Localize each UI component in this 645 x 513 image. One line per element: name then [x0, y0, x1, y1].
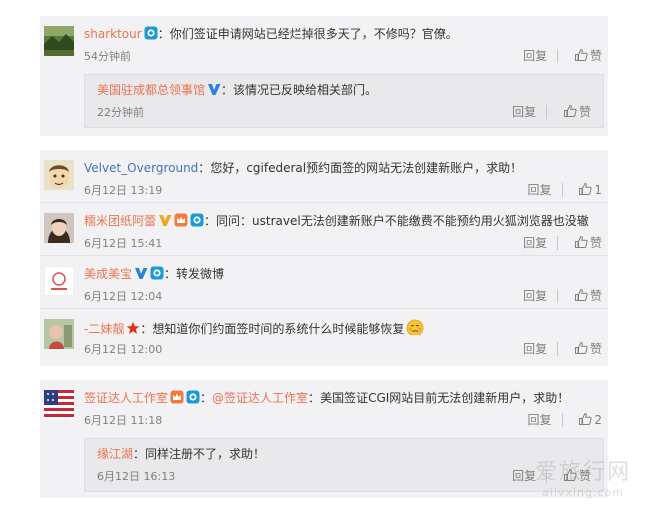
comment-item: Velvet_Overground：您好，cgifederal预约面签的网站无法…: [40, 150, 608, 203]
comment-text: 转发微博: [176, 267, 225, 281]
reply-button[interactable]: 回复: [527, 183, 563, 197]
watermark-title: 爱旅行网: [534, 460, 631, 485]
comment-username[interactable]: -二妹靓: [84, 322, 124, 335]
separator: ：: [164, 267, 177, 281]
comment-time: 6月12日 12:04: [84, 290, 163, 303]
separator: ：: [204, 214, 217, 228]
member-eye-icon[interactable]: [144, 26, 158, 40]
like-button[interactable]: 赞: [590, 236, 602, 250]
comment-time: 54分钟前: [84, 50, 131, 63]
verified-v-icon: [207, 82, 221, 96]
reply-box: 美国驻成都总领事馆 ：该情况已反映给相关部门。 22分钟前 回复 赞: [84, 74, 604, 128]
reply-text: 该情况已反映给相关部门。: [233, 83, 378, 97]
member-eye-icon[interactable]: [190, 213, 204, 227]
like-count[interactable]: 1: [594, 183, 602, 197]
thumbs-up-icon[interactable]: [574, 341, 588, 355]
comment-time: 6月12日 11:18: [84, 414, 163, 427]
comment-thread-3: 签证达人工作室 ：@签证达人工作室：美国签证CGI网站目前无法创建新用户，求助！ …: [40, 380, 608, 498]
reply-username[interactable]: 美国驻成都总领事馆: [97, 83, 205, 97]
comment-item: 签证达人工作室 ：@签证达人工作室：美国签证CGI网站目前无法创建新用户，求助！ …: [40, 380, 608, 433]
like-button[interactable]: 赞: [590, 49, 602, 63]
comment-text: 想知道你们约面签时间的系统什么时候能够恢复: [152, 322, 405, 335]
member-eye-icon[interactable]: [150, 266, 164, 280]
like-count[interactable]: 2: [594, 413, 602, 427]
red-star-icon: [126, 321, 140, 335]
reply-text: 同样注册不了，求助！: [145, 447, 266, 461]
embarrassed-emoji-icon: [406, 319, 424, 335]
gold-v-icon: [158, 213, 172, 227]
comment-time: 6月12日 13:19: [84, 184, 163, 197]
watermark-url: ailvxing.com: [542, 486, 624, 499]
comment-username[interactable]: sharktour: [84, 27, 142, 41]
reply-button[interactable]: 回复: [523, 49, 559, 63]
reply-button[interactable]: 回复: [527, 413, 563, 427]
comment-time: 6月12日 12:00: [84, 343, 163, 356]
comment-username[interactable]: 签证达人工作室: [84, 391, 168, 405]
landscape-avatar-icon[interactable]: [44, 26, 74, 56]
girl-avatar-icon[interactable]: [44, 213, 74, 243]
comment-text: 您好，cgifederal预约面签的网站无法创建新账户，求助！: [210, 161, 523, 175]
reply-button[interactable]: 回复: [523, 236, 559, 250]
reply-button[interactable]: 回复: [523, 342, 559, 356]
reply-button[interactable]: 回复: [523, 289, 559, 303]
thumbs-up-icon[interactable]: [574, 288, 588, 302]
comment-time: 6月12日 15:41: [84, 237, 163, 250]
comment-item: 美成美宝 ：转发微博 6月12日 12:04 回复 赞: [40, 256, 608, 309]
separator: ：: [221, 83, 234, 97]
mention-link[interactable]: @签证达人工作室: [212, 391, 308, 405]
us-flag-avatar-icon[interactable]: [44, 390, 74, 420]
photo-avatar-icon[interactable]: [44, 319, 74, 349]
comment-item: 糯米团纸阿蕾 ：同问：ustravel无法创建新账户不能缴费不能预约用火狐浏览器也…: [40, 203, 608, 256]
comment-item: sharktour ：你们签证申请网站已经烂掉很多天了，不修吗？官僚。 54分钟前…: [40, 16, 608, 69]
member-crown-icon[interactable]: [170, 390, 184, 404]
like-button[interactable]: 赞: [590, 342, 602, 356]
site-watermark: 爱旅行网 ailvxing.com: [535, 454, 631, 499]
separator: ：: [140, 322, 153, 335]
reply-box: 缘江湖：同样注册不了，求助！ 6月12日 16:13 回复 赞: [84, 438, 604, 492]
comment-text: 同问：ustravel无法创建新账户不能缴费不能预约用火狐浏览器也没辙: [216, 214, 589, 228]
comment-text: 你们签证申请网站已经烂掉很多天了，不修吗？官僚。: [169, 27, 458, 41]
comment-thread-1: sharktour ：你们签证申请网站已经烂掉很多天了，不修吗？官僚。 54分钟前…: [40, 16, 608, 136]
comment-item: -二妹靓 ：想知道你们约面签时间的系统什么时候能够恢复 6月12日 12:00 回…: [40, 309, 608, 362]
comment-thread-2: Velvet_Overground：您好，cgifederal预约面签的网站无法…: [40, 150, 608, 366]
comment-text: 美国签证CGI网站目前无法创建新用户，求助！: [320, 391, 570, 405]
thumbs-up-icon[interactable]: [574, 48, 588, 62]
separator: ：: [200, 391, 213, 405]
comment-username[interactable]: Velvet_Overground: [84, 161, 198, 175]
comment-username[interactable]: 糯米团纸阿蕾: [84, 214, 156, 228]
member-eye-icon[interactable]: [186, 390, 200, 404]
reply-time: 22分钟前: [97, 106, 144, 119]
like-button[interactable]: 赞: [579, 105, 591, 119]
comment-username[interactable]: 美成美宝: [84, 267, 132, 281]
cartoon-avatar-icon[interactable]: [44, 160, 74, 190]
reply-time: 6月12日 16:13: [97, 470, 176, 483]
reply-username[interactable]: 缘江湖: [97, 447, 133, 461]
thumbs-up-icon[interactable]: [578, 412, 592, 426]
reply-button[interactable]: 回复: [512, 105, 548, 119]
logo-avatar-icon[interactable]: [44, 266, 74, 296]
separator: ：: [133, 447, 146, 461]
like-button[interactable]: 赞: [590, 289, 602, 303]
member-crown-icon[interactable]: [174, 213, 188, 227]
thumbs-up-icon[interactable]: [578, 182, 592, 196]
verified-v-icon: [134, 266, 148, 280]
separator: ：: [198, 161, 211, 175]
thumbs-up-icon[interactable]: [563, 104, 577, 118]
separator: ：: [308, 391, 321, 405]
separator: ：: [157, 27, 170, 41]
thumbs-up-icon[interactable]: [574, 235, 588, 249]
